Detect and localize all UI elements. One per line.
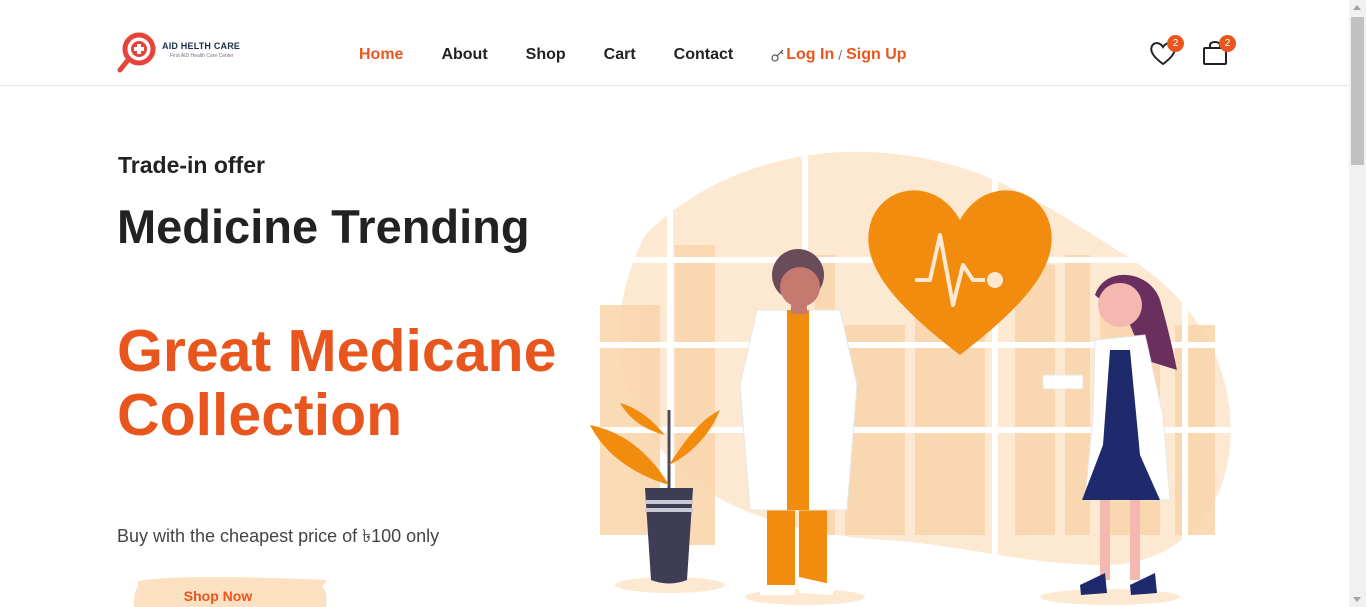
nav-contact[interactable]: Contact [674, 46, 734, 64]
shop-now-label: Shop Now [183, 588, 253, 604]
nav-home[interactable]: Home [359, 46, 403, 64]
hero-illustration [585, 150, 1245, 605]
scroll-down-arrow-icon[interactable] [1353, 597, 1361, 602]
wishlist-button[interactable]: 2 [1148, 35, 1184, 68]
site-header: AID HELTH CARE First AID Health Care Cen… [0, 0, 1349, 86]
hero-headline: Great Medicane Collection [117, 318, 557, 448]
auth-links: Log In / Sign Up [771, 46, 907, 64]
signup-link[interactable]: Sign Up [846, 46, 906, 64]
hero-title: Medicine Trending [117, 200, 530, 253]
nav-cart[interactable]: Cart [604, 46, 636, 64]
hero-description: Buy with the cheapest price of ৳100 only [117, 526, 440, 546]
nav-about[interactable]: About [441, 46, 487, 64]
cart-button[interactable]: 2 [1200, 35, 1236, 68]
scrollbar-thumb[interactable] [1351, 17, 1364, 165]
brand-tagline: First AID Health Care Center [170, 53, 234, 59]
auth-separator: / [838, 47, 843, 63]
cart-count-badge: 2 [1219, 35, 1236, 52]
nav-shop[interactable]: Shop [526, 46, 566, 64]
vertical-scrollbar[interactable] [1349, 0, 1366, 607]
scroll-up-arrow-icon[interactable] [1353, 5, 1361, 10]
key-icon [771, 49, 784, 62]
login-link[interactable]: Log In [786, 46, 834, 64]
brand-name: AID HELTH CARE [162, 41, 241, 51]
logo-mark-icon [117, 32, 156, 73]
main-nav: Home About Shop Cart Contact Log In / Si… [359, 45, 907, 65]
hero-offer-label: Trade-in offer [118, 152, 265, 178]
wishlist-count-badge: 2 [1167, 35, 1184, 52]
shop-now-button[interactable]: Shop Now [132, 575, 332, 607]
page: AID HELTH CARE First AID Health Care Cen… [0, 0, 1366, 607]
brand-logo[interactable]: AID HELTH CARE First AID Health Care Cen… [116, 31, 240, 77]
